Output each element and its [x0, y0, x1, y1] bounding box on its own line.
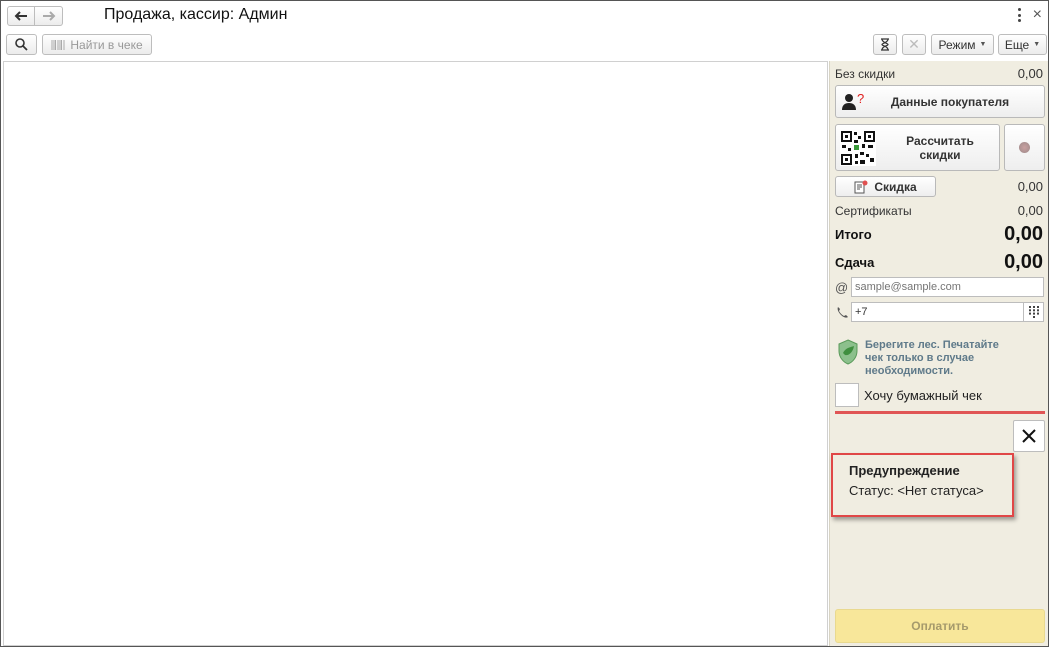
title-bar: Продажа, кассир: Админ ×	[1, 1, 1048, 31]
email-input[interactable]	[851, 277, 1044, 297]
change-label: Сдача	[835, 255, 875, 270]
total-value: 0,00	[1004, 223, 1043, 245]
more-vert-icon[interactable]	[1016, 8, 1022, 22]
eco-line3: необходимости.	[865, 365, 954, 377]
hourglass-button[interactable]	[873, 34, 897, 55]
change-row: Сдача 0,00	[835, 251, 1043, 274]
mode-label: Режим	[938, 37, 976, 52]
at-sign-icon: @	[835, 279, 849, 295]
clear-icon: ✕	[908, 36, 920, 52]
hourglass-icon	[881, 38, 889, 51]
app-window: Продажа, кассир: Админ × Найти в чеке ✕ …	[0, 0, 1049, 647]
arrow-left-icon	[14, 11, 27, 21]
eco-line1: Берегите лес. Печатайте	[865, 339, 999, 351]
close-warning-button[interactable]	[1013, 420, 1045, 452]
payment-panel: Без скидки 0,00 ? Данные покупателя Расс…	[829, 61, 1048, 646]
eco-text: Берегите лес. Печатайте чек только в слу…	[865, 339, 999, 378]
receipt-area[interactable]	[3, 61, 828, 646]
more-label: Еще	[1004, 37, 1030, 52]
window-title: Продажа, кассир: Админ	[104, 6, 288, 23]
discount-value-row: 0,00	[983, 179, 1043, 194]
phone-icon	[837, 307, 848, 318]
eco-line2: чек только в случае	[865, 352, 975, 364]
more-dropdown[interactable]: Еще ▼	[998, 34, 1047, 55]
customer-data-button[interactable]: ? Данные покупателя	[835, 85, 1045, 118]
find-in-receipt-label: Найти в чеке	[70, 37, 143, 52]
arrow-right-icon	[42, 11, 55, 21]
email-row: @	[835, 277, 1044, 297]
divider-red	[835, 411, 1045, 414]
keypad-icon	[1028, 306, 1039, 318]
discount-value: 0,00	[1017, 179, 1043, 194]
change-value: 0,00	[1004, 251, 1043, 273]
discount-card-icon	[854, 180, 868, 193]
status-indicator-button[interactable]	[1004, 124, 1045, 171]
no-discount-row: Без скидки 0,00	[835, 66, 1043, 81]
warning-box: Предупреждение Статус: <Нет статуса>	[831, 453, 1014, 517]
certificates-row: Сертификаты 0,00	[835, 203, 1043, 218]
discount-button[interactable]: Скидка	[835, 176, 936, 197]
toolbar: Найти в чеке ✕ Режим ▼ Еще ▼	[1, 34, 1048, 58]
calculate-discounts-label: Рассчитать скидки	[881, 134, 999, 162]
customer-data-label: Данные покупателя	[890, 94, 1010, 109]
calc-label-line1: Рассчитать	[906, 133, 974, 148]
status-dot-icon	[1019, 142, 1030, 153]
chevron-down-icon: ▼	[1033, 41, 1041, 48]
mode-dropdown[interactable]: Режим ▼	[931, 34, 994, 55]
paper-check-checkbox[interactable]	[835, 383, 859, 407]
calculate-discounts-button[interactable]: Рассчитать скидки	[835, 124, 1000, 171]
total-label: Итого	[835, 227, 872, 242]
qr-code-icon	[840, 130, 876, 166]
clear-button[interactable]: ✕	[902, 34, 926, 55]
no-discount-label: Без скидки	[835, 66, 896, 81]
keypad-button[interactable]	[1024, 302, 1044, 322]
magnifier-icon	[15, 38, 28, 51]
back-button[interactable]	[7, 6, 35, 26]
find-in-receipt-button[interactable]: Найти в чеке	[42, 34, 152, 55]
pay-button[interactable]: Оплатить	[835, 609, 1045, 643]
calc-label-line2: скидки	[919, 147, 961, 162]
eco-message: Берегите лес. Печатайте чек только в слу…	[837, 339, 1037, 378]
search-button[interactable]	[6, 34, 37, 55]
no-discount-value: 0,00	[1017, 66, 1043, 81]
barcode-icon	[51, 39, 65, 50]
certificates-label: Сертификаты	[835, 203, 912, 218]
paper-check-label[interactable]: Хочу бумажный чек	[864, 388, 982, 403]
certificates-value: 0,00	[1017, 203, 1043, 218]
warning-status: Статус: <Нет статуса>	[849, 483, 984, 498]
warning-title: Предупреждение	[849, 463, 960, 478]
discount-label: Скидка	[874, 179, 917, 194]
close-icon	[1022, 429, 1036, 443]
phone-row: +7	[835, 302, 1044, 322]
window-close-icon[interactable]: ×	[1033, 6, 1042, 24]
forward-button[interactable]	[35, 6, 63, 26]
chevron-down-icon: ▼	[979, 41, 987, 48]
total-row: Итого 0,00	[835, 223, 1043, 246]
phone-input[interactable]: +7	[851, 302, 1024, 322]
shield-leaf-icon	[838, 339, 858, 365]
